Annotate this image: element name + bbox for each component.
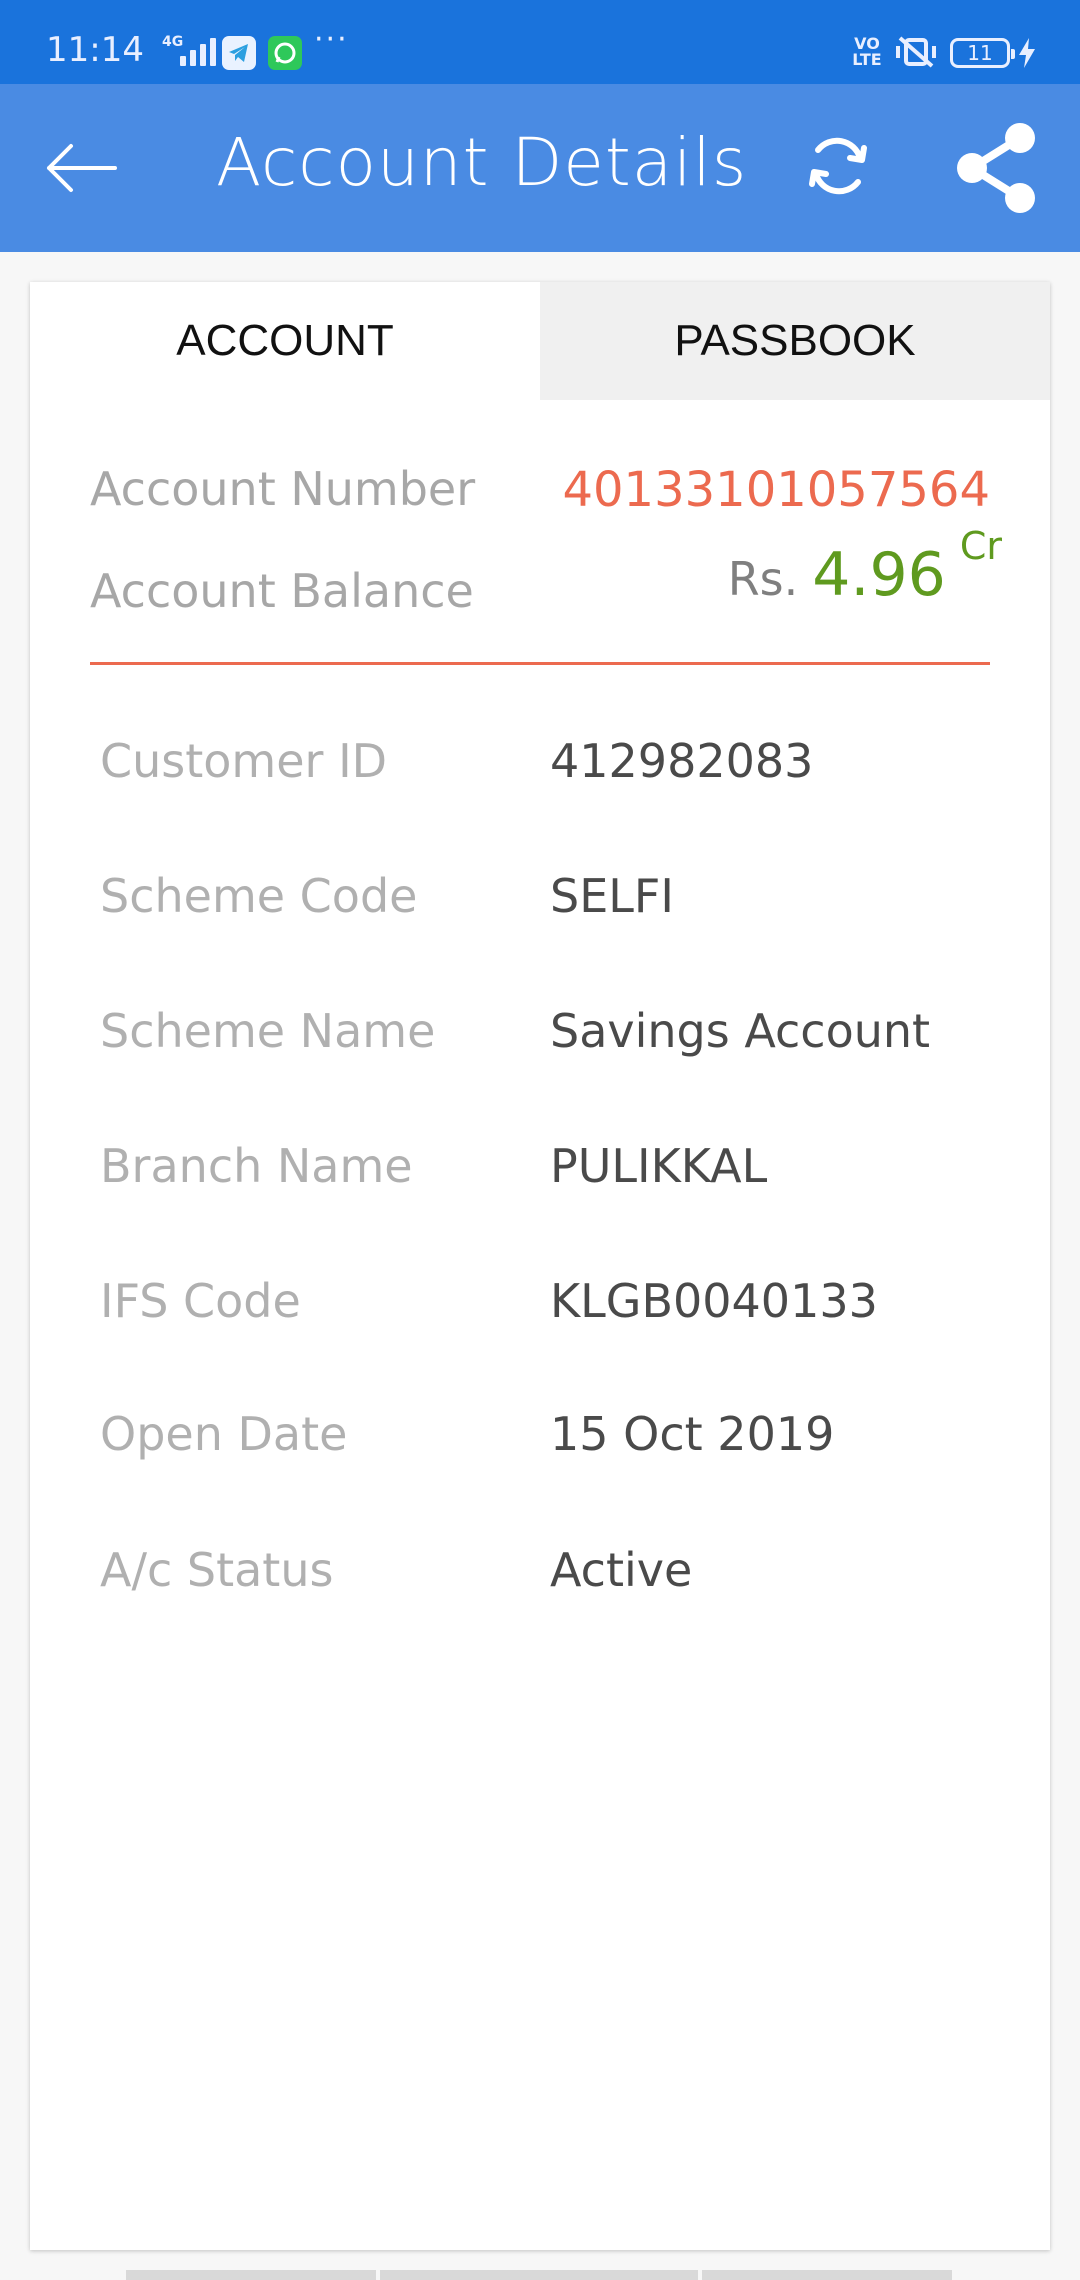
account-balance-value: Rs. 4.96 Cr (727, 524, 1002, 610)
detail-row-account-status: A/c Status Active (100, 1543, 1000, 1623)
tab-account[interactable]: ACCOUNT (30, 282, 540, 400)
detail-label: Scheme Name (100, 1004, 436, 1058)
detail-label: A/c Status (100, 1543, 334, 1597)
page-title: Account Details (216, 124, 748, 201)
detail-value: SELFI (550, 869, 674, 923)
detail-row-customer-id: Customer ID 412982083 (100, 734, 1000, 814)
summary-divider (90, 662, 990, 665)
share-icon (957, 123, 1035, 213)
detail-value: KLGB0040133 (550, 1274, 878, 1328)
account-number-row: Account Number 40133101057564 (90, 462, 990, 532)
detail-value: Active (550, 1543, 693, 1597)
account-number-label: Account Number (90, 462, 476, 516)
refresh-button[interactable] (796, 124, 880, 208)
arrow-left-icon (47, 144, 117, 192)
account-number-value: 40133101057564 (562, 462, 990, 518)
refresh-icon (809, 137, 867, 195)
volte-indicator: VO LTE (852, 34, 882, 69)
battery-icon: 11 (950, 38, 1015, 68)
detail-label: Customer ID (100, 734, 388, 788)
balance-amount: 4.96 (812, 540, 946, 610)
more-notifications-icon: ··· (314, 22, 349, 57)
detail-row-open-date: Open Date 15 Oct 2019 (100, 1407, 1000, 1487)
detail-row-branch-name: Branch Name PULIKKAL (100, 1139, 1000, 1219)
telegram-icon (222, 36, 256, 70)
detail-row-scheme-code: Scheme Code SELFI (100, 869, 1000, 949)
back-button[interactable] (38, 130, 124, 206)
detail-value: Savings Account (550, 1004, 931, 1058)
app-bar: Account Details (0, 84, 1080, 252)
account-card: ACCOUNT PASSBOOK Account Number 40133101… (30, 282, 1050, 2250)
detail-label: IFS Code (100, 1274, 301, 1328)
account-balance-row: Account Balance Rs. 4.96 Cr (90, 524, 1002, 634)
tab-bar: ACCOUNT PASSBOOK (30, 282, 1050, 400)
tab-passbook[interactable]: PASSBOOK (540, 282, 1050, 400)
status-bar: 11:14 4G ··· VO LTE 11 (0, 0, 1080, 84)
detail-value: 412982083 (550, 734, 814, 788)
detail-row-ifs-code: IFS Code KLGB0040133 (100, 1274, 1000, 1354)
detail-value: PULIKKAL (550, 1139, 768, 1193)
detail-value: 15 Oct 2019 (550, 1407, 835, 1461)
vibrate-icon (894, 34, 938, 74)
share-button[interactable] (948, 118, 1044, 218)
detail-label: Open Date (100, 1407, 348, 1461)
charging-icon (1018, 38, 1036, 72)
detail-label: Branch Name (100, 1139, 413, 1193)
status-time: 11:14 (46, 30, 144, 70)
detail-label: Scheme Code (100, 869, 418, 923)
bottom-action-bar-edge (126, 2270, 954, 2280)
signal-icon (180, 36, 216, 66)
account-balance-label: Account Balance (90, 564, 474, 618)
balance-currency: Rs. (727, 552, 799, 606)
balance-type: Cr (959, 524, 1002, 568)
whatsapp-icon (268, 36, 302, 70)
detail-row-scheme-name: Scheme Name Savings Account (100, 1004, 1000, 1084)
